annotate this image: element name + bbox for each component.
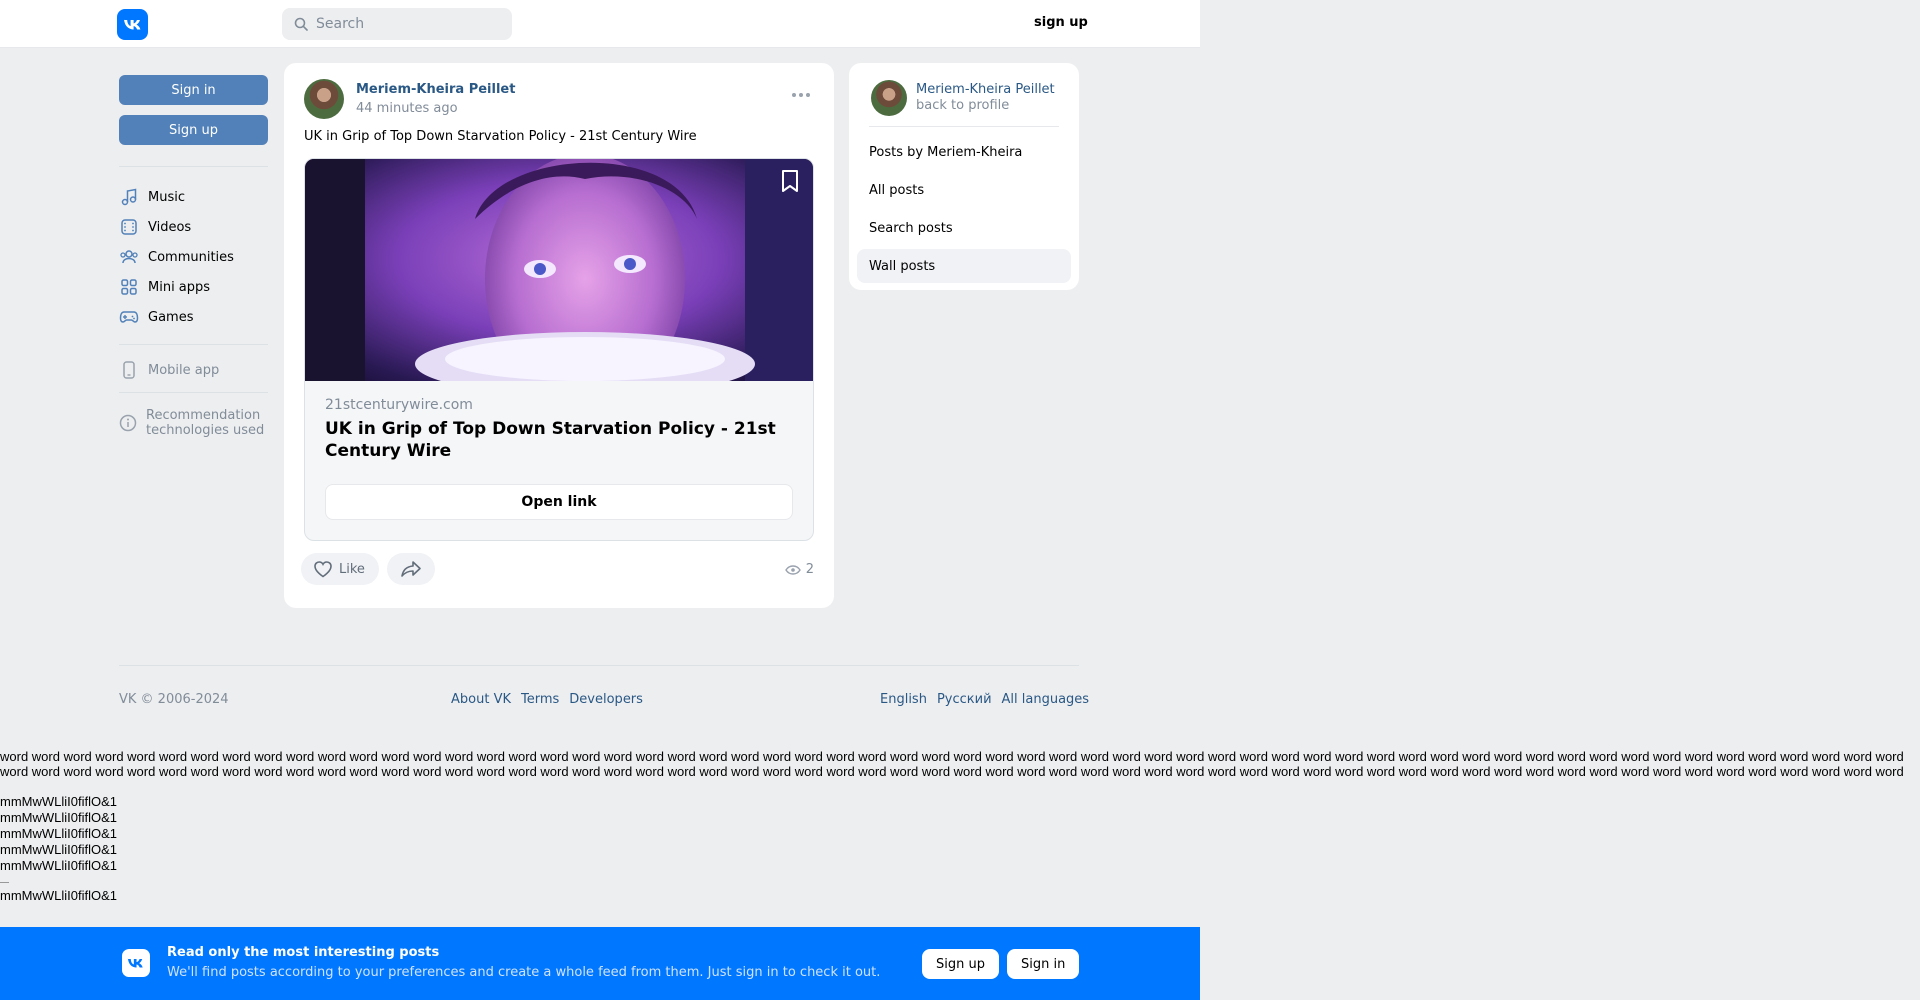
post-text: UK in Grip of Top Down Starvation Policy… — [304, 129, 697, 144]
share-button[interactable] — [387, 553, 435, 585]
language-english[interactable]: English — [880, 692, 927, 707]
mobile-app-link[interactable]: Mobile app — [119, 358, 219, 382]
recommendation-label: Recommendation technologies used — [146, 408, 265, 438]
like-label: Like — [339, 561, 365, 577]
search-input[interactable] — [316, 16, 496, 32]
heart-icon — [313, 560, 333, 578]
nav-item-communities[interactable]: Communities — [119, 245, 234, 269]
post-author[interactable]: Meriem-Kheira Peillet — [356, 82, 515, 97]
nav-divider — [119, 344, 268, 345]
profile-avatar[interactable] — [871, 80, 907, 116]
nav-label-communities: Communities — [148, 249, 234, 265]
nav-item-music[interactable]: Music — [119, 185, 185, 209]
menu-all-posts[interactable]: All posts — [857, 173, 1071, 207]
author-avatar[interactable] — [304, 79, 344, 119]
right-panel: Meriem-Kheira Peillet back to profile Po… — [849, 63, 1079, 290]
nav-label-videos: Videos — [148, 219, 192, 235]
panel-divider — [869, 126, 1059, 127]
more-options-icon[interactable] — [792, 93, 810, 97]
banner-title: Read only the most interesting posts — [167, 945, 440, 960]
word-line: word word word word word word word word … — [0, 764, 1904, 779]
menu-wall-posts[interactable]: Wall posts — [857, 249, 1071, 283]
nav-label-games: Games — [148, 309, 194, 325]
back-to-profile-link[interactable]: back to profile — [916, 98, 1009, 113]
language-russian[interactable]: Русский — [937, 692, 992, 707]
recommendation-link[interactable]: Recommendation technologies used — [119, 408, 279, 438]
post-time[interactable]: 44 minutes ago — [356, 101, 458, 116]
sign-in-button[interactable]: Sign in — [119, 75, 268, 105]
link-domain: 21stcenturywire.com — [325, 397, 473, 413]
search-icon — [294, 17, 308, 31]
views-counter: 2 — [784, 562, 814, 577]
music-icon — [119, 187, 139, 207]
sign-up-button[interactable]: Sign up — [119, 115, 268, 145]
footer-link-terms[interactable]: Terms — [521, 692, 559, 707]
communities-icon — [119, 247, 139, 267]
short-rule — [0, 882, 9, 883]
banner-sign-in-button[interactable]: Sign in — [1007, 949, 1080, 979]
glyph-test-line: mmMwWLliI0fiflO&1 — [0, 858, 118, 873]
glyph-test-line: mmMwWLliI0fiflO&1 — [0, 842, 118, 857]
vk-logo-icon[interactable] — [117, 9, 148, 40]
link-title[interactable]: UK in Grip of Top Down Starvation Policy… — [325, 418, 785, 462]
eye-icon — [784, 564, 801, 575]
signup-link[interactable]: sign up — [1034, 15, 1088, 30]
footer-link-about[interactable]: About VK — [451, 692, 511, 707]
glyph-test-line: mmMwWLliI0fiflO&1 — [0, 794, 118, 809]
footer-copyright: VK © 2006-2024 — [119, 692, 229, 707]
vk-logo-icon — [122, 949, 150, 977]
word-line: word word word word word word word word … — [0, 749, 1904, 764]
footer-links: About VK Terms Developers — [451, 692, 653, 707]
link-attachment[interactable]: 21stcenturywire.com UK in Grip of Top Do… — [304, 158, 814, 541]
footer-link-developers[interactable]: Developers — [569, 692, 643, 707]
nav-label-mini-apps: Mini apps — [148, 279, 211, 295]
footer-divider — [119, 665, 1079, 666]
open-link-button[interactable]: Open link — [325, 484, 793, 520]
link-preview-image[interactable] — [305, 159, 813, 381]
nav-item-games[interactable]: Games — [119, 305, 193, 329]
glyph-test-line: mmMwWLliI0fiflO&1 — [0, 810, 118, 825]
info-icon — [119, 414, 137, 438]
glyph-test-line: mmMwWLliI0fiflO&1 — [0, 888, 118, 903]
post-card: Meriem-Kheira Peillet 44 minutes ago UK … — [284, 63, 834, 608]
share-icon — [400, 560, 422, 578]
mobile-app-label: Mobile app — [148, 362, 220, 378]
banner-subtitle: We'll find posts according to your prefe… — [167, 965, 881, 980]
bookmark-icon[interactable] — [779, 169, 801, 193]
child-photo-illustration — [305, 159, 813, 381]
profile-name[interactable]: Meriem-Kheira Peillet — [916, 82, 1055, 97]
mini-apps-icon — [119, 277, 139, 297]
nav-divider — [119, 392, 268, 393]
games-icon — [119, 307, 139, 327]
top-bar: sign up — [0, 0, 1200, 48]
phone-icon — [119, 360, 139, 380]
glyph-test-line: mmMwWLliI0fiflO&1 — [0, 826, 118, 841]
nav-label-music: Music — [148, 189, 185, 205]
menu-search-posts[interactable]: Search posts — [857, 211, 1071, 245]
views-count: 2 — [805, 562, 814, 577]
search-box[interactable] — [282, 8, 512, 40]
nav-item-videos[interactable]: Videos — [119, 215, 191, 239]
language-all[interactable]: All languages — [1002, 692, 1090, 707]
video-icon — [119, 217, 139, 237]
footer-languages: English Русский All languages — [880, 692, 1089, 707]
nav-item-mini-apps[interactable]: Mini apps — [119, 275, 210, 299]
menu-posts-by-author[interactable]: Posts by Meriem-Kheira — [857, 135, 1071, 169]
banner-sign-up-button[interactable]: Sign up — [922, 949, 999, 979]
nav-divider — [119, 166, 268, 167]
like-button[interactable]: Like — [301, 553, 379, 585]
signup-banner: Read only the most interesting posts We'… — [0, 927, 1200, 1000]
